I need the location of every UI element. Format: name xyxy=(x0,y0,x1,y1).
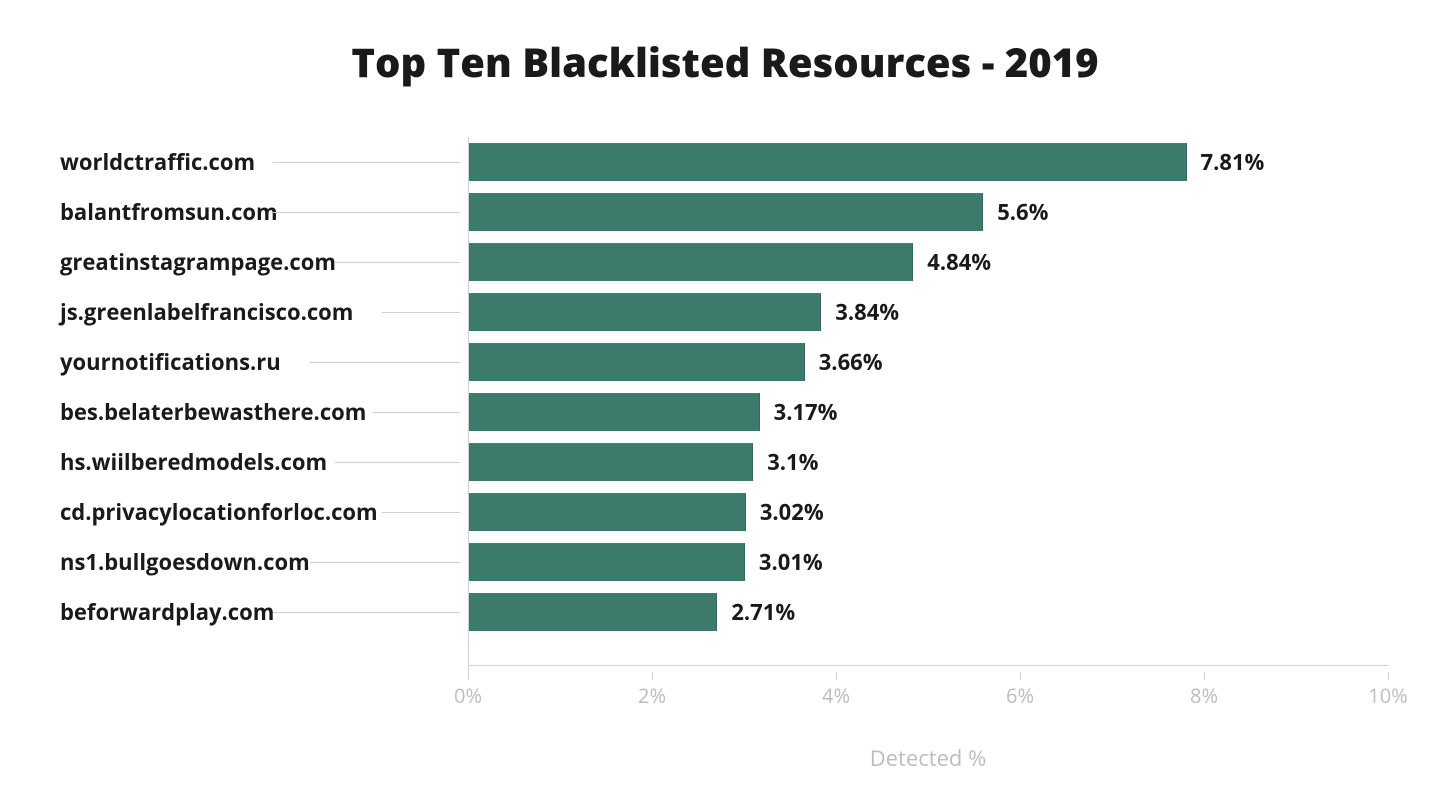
bar-row: worldctraffic.com7.81% xyxy=(60,137,1390,187)
bar-area: 2.71% xyxy=(468,593,1388,631)
bar xyxy=(468,543,745,581)
x-tick-label: 2% xyxy=(638,682,666,709)
value-label: 7.81% xyxy=(1201,147,1265,177)
x-axis-title: Detected % xyxy=(468,743,1388,773)
bar-area: 3.1% xyxy=(468,443,1388,481)
x-tick-label: 6% xyxy=(1006,682,1034,709)
bar xyxy=(468,193,983,231)
leader-line xyxy=(273,612,461,613)
bars-host: worldctraffic.com7.81%balantfromsun.com5… xyxy=(60,137,1390,637)
bar-row: balantfromsun.com5.6% xyxy=(60,187,1390,237)
bar-area: 4.84% xyxy=(468,243,1388,281)
leader-line xyxy=(273,162,461,163)
value-label: 5.6% xyxy=(997,197,1048,227)
value-label: 3.17% xyxy=(774,397,838,427)
value-label: 4.84% xyxy=(927,247,991,277)
x-tick xyxy=(1388,672,1389,680)
leader-line xyxy=(373,412,461,413)
category-label: cd.privacylocationforloc.com xyxy=(60,497,390,527)
bar xyxy=(468,143,1187,181)
leader-line xyxy=(382,312,460,313)
bar xyxy=(468,293,821,331)
bar xyxy=(468,593,717,631)
x-tick xyxy=(652,672,653,680)
value-label: 3.01% xyxy=(759,547,823,577)
bar xyxy=(468,393,760,431)
x-tick xyxy=(1204,672,1205,680)
bar-area: 3.02% xyxy=(468,493,1388,531)
bar-area: 3.01% xyxy=(468,543,1388,581)
bar-area: 3.17% xyxy=(468,393,1388,431)
leader-line xyxy=(310,362,460,363)
bar-area: 3.84% xyxy=(468,293,1388,331)
bar-area: 5.6% xyxy=(468,193,1388,231)
bar-row: cd.privacylocationforloc.com 3.02% xyxy=(60,487,1390,537)
x-tick-label: 8% xyxy=(1190,682,1218,709)
x-tick-label: 10% xyxy=(1368,682,1407,709)
bar xyxy=(468,243,913,281)
category-label: js.greenlabelfrancisco.com xyxy=(60,297,390,327)
value-label: 3.1% xyxy=(767,447,818,477)
value-label: 3.02% xyxy=(760,497,824,527)
bar-row: yournotifications.ru3.66% xyxy=(60,337,1390,387)
x-tick xyxy=(468,672,469,680)
leader-line xyxy=(335,462,460,463)
bar-row: greatinstagrampage.com4.84% xyxy=(60,237,1390,287)
bar-row: ns1.bullgoesdown.com3.01% xyxy=(60,537,1390,587)
x-tick-label: 4% xyxy=(822,682,850,709)
chart-container: Top Ten Blacklisted Resources - 2019 wor… xyxy=(0,0,1450,807)
value-label: 2.71% xyxy=(731,597,795,627)
bar xyxy=(468,343,805,381)
bar-row: js.greenlabelfrancisco.com 3.84% xyxy=(60,287,1390,337)
x-tick xyxy=(1020,672,1021,680)
bar-area: 7.81% xyxy=(468,143,1388,181)
bar xyxy=(468,443,753,481)
x-axis: 0%2%4%6%8%10% xyxy=(468,665,1388,735)
leader-line xyxy=(273,212,461,213)
leader-line xyxy=(310,562,460,563)
leader-line xyxy=(382,512,460,513)
bar xyxy=(468,493,746,531)
y-axis-baseline xyxy=(468,137,469,677)
bar-row: hs.wiilberedmodels.com3.1% xyxy=(60,437,1390,487)
bar-area: 3.66% xyxy=(468,343,1388,381)
x-tick-label: 0% xyxy=(454,682,482,709)
chart-title: Top Ten Blacklisted Resources - 2019 xyxy=(60,34,1390,89)
x-tick xyxy=(836,672,837,680)
bar-row: beforwardplay.com2.71% xyxy=(60,587,1390,637)
bar-row: bes.belaterbewasthere.com 3.17% xyxy=(60,387,1390,437)
value-label: 3.84% xyxy=(835,297,899,327)
leader-line xyxy=(335,262,460,263)
category-label: bes.belaterbewasthere.com xyxy=(60,397,390,427)
chart-plot-area: worldctraffic.com7.81%balantfromsun.com5… xyxy=(60,137,1390,703)
value-label: 3.66% xyxy=(819,347,883,377)
